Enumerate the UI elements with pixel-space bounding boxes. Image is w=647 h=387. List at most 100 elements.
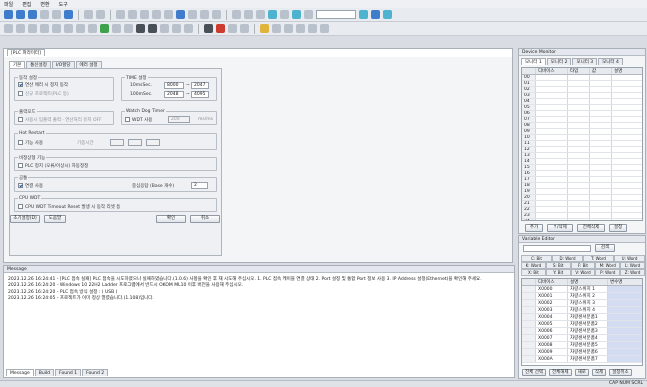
- monitor-cell[interactable]: [612, 189, 642, 194]
- set-icon[interactable]: [124, 24, 133, 33]
- variable-desc[interactable]: 차량센서분품3: [568, 328, 608, 334]
- monitor-cell[interactable]: [536, 177, 568, 182]
- monitor-cell[interactable]: [536, 147, 568, 152]
- label-icon[interactable]: [284, 24, 293, 33]
- redo-icon[interactable]: [96, 10, 105, 19]
- copy-icon[interactable]: [128, 10, 137, 19]
- monitor-cell[interactable]: [536, 129, 568, 134]
- monitor-cell[interactable]: [568, 141, 590, 146]
- variable-row[interactable]: X0002 차량스위치 3: [522, 300, 642, 307]
- tab-basic[interactable]: 기본: [9, 61, 26, 68]
- analog-checkbox[interactable]: 연결 사용: [18, 183, 43, 189]
- monitor-cell[interactable]: [590, 105, 612, 110]
- monitor-cell[interactable]: [568, 117, 590, 122]
- monitor-cell[interactable]: [536, 159, 568, 164]
- monitor-cell[interactable]: [568, 159, 590, 164]
- hot-h-input[interactable]: [110, 139, 124, 146]
- variable-row[interactable]: X0005 차량센서분품2: [522, 321, 642, 328]
- move-icon[interactable]: [184, 24, 193, 33]
- monitor-cell[interactable]: [536, 219, 568, 220]
- vline-icon[interactable]: [88, 24, 97, 33]
- cancel-button[interactable]: 취소: [190, 215, 220, 223]
- monitor-cell[interactable]: [568, 213, 590, 218]
- variable-row[interactable]: X0000 차량스위치 1: [522, 286, 642, 293]
- monitor-cell[interactable]: [612, 99, 642, 104]
- online-icon[interactable]: [292, 10, 301, 19]
- menu-file[interactable]: 파일: [4, 1, 13, 8]
- monitor-cell[interactable]: [568, 201, 590, 206]
- monitor-cell[interactable]: [536, 123, 568, 128]
- device-type-tab[interactable]: Z: Word: [620, 269, 645, 276]
- monitor-cell[interactable]: [568, 189, 590, 194]
- monitor-cell[interactable]: [590, 111, 612, 116]
- message-tab[interactable]: Message: [6, 369, 34, 376]
- message-tab[interactable]: Build: [34, 369, 55, 376]
- monitor-cell[interactable]: [536, 75, 568, 80]
- variable-desc[interactable]: 차량센서분품2: [568, 321, 608, 327]
- menu-tools[interactable]: 도구: [59, 1, 68, 8]
- scan-100ms-to[interactable]: 4095: [191, 91, 209, 98]
- compare-icon[interactable]: [172, 24, 181, 33]
- monitor-cell[interactable]: [590, 201, 612, 206]
- scan-100ms-from[interactable]: 2048: [164, 91, 184, 98]
- monitor-cell[interactable]: [568, 75, 590, 80]
- monitor-cell[interactable]: [590, 117, 612, 122]
- monitor-cell[interactable]: [612, 93, 642, 98]
- delete-row-icon[interactable]: [240, 24, 249, 33]
- monitor-cell[interactable]: [612, 171, 642, 176]
- func-icon[interactable]: [64, 24, 73, 33]
- close-icon[interactable]: [40, 10, 49, 19]
- rising-icon[interactable]: [40, 24, 49, 33]
- timer-icon[interactable]: [148, 24, 157, 33]
- device-type-tab[interactable]: S: Bit: [545, 262, 571, 269]
- monitor-cell[interactable]: [612, 81, 642, 86]
- monitor-cell[interactable]: [536, 183, 568, 188]
- variable-row[interactable]: X000A 차량센서분품7: [522, 356, 642, 363]
- device-type-tab[interactable]: M: Word: [595, 262, 621, 269]
- monitor-cell[interactable]: [536, 111, 568, 116]
- monitor-cell[interactable]: [590, 183, 612, 188]
- monitor-add-button[interactable]: 추가: [525, 224, 543, 232]
- monitor-cell[interactable]: [612, 87, 642, 92]
- monitor-cell[interactable]: [590, 81, 612, 86]
- cut-icon[interactable]: [116, 10, 125, 19]
- monitor-grid[interactable]: 디바이스 타입 값 설명 00 01 02 03 04 05 06 07 08 09 10 11 12 13 14…: [521, 67, 643, 221]
- monitor-cell[interactable]: [536, 171, 568, 176]
- device-type-tab[interactable]: V: Word: [570, 269, 596, 276]
- variable-button[interactable]: 전체 선택: [522, 369, 546, 376]
- scan-10ms-to[interactable]: 2047: [191, 82, 209, 89]
- monitor-cell[interactable]: [590, 75, 612, 80]
- variable-desc[interactable]: 차량스위치 4: [568, 307, 608, 313]
- zoom-combo[interactable]: [316, 10, 356, 19]
- monitor-cell[interactable]: [612, 159, 642, 164]
- monitor-cell[interactable]: [612, 195, 642, 200]
- monitor-cell[interactable]: [590, 93, 612, 98]
- param-window-tab[interactable]: [PLC 파라미터]: [7, 49, 45, 56]
- save-icon[interactable]: [28, 10, 37, 19]
- monitor-cell[interactable]: [590, 171, 612, 176]
- device-type-tab[interactable]: Y: Bit: [545, 269, 571, 276]
- variable-row[interactable]: X0003 차량스위치 4: [522, 307, 642, 314]
- monitor-cell[interactable]: [590, 87, 612, 92]
- paste-icon[interactable]: [140, 10, 149, 19]
- coil-icon[interactable]: [28, 24, 37, 33]
- monitor-cell[interactable]: [590, 141, 612, 146]
- delete-icon[interactable]: [216, 24, 225, 33]
- open-icon[interactable]: [16, 10, 25, 19]
- variable-name[interactable]: [608, 314, 642, 320]
- default-button[interactable]: 초기설정(D): [10, 215, 40, 223]
- monitor-cell[interactable]: [612, 123, 642, 128]
- monitor-cell[interactable]: [568, 177, 590, 182]
- monitor-cell[interactable]: [536, 189, 568, 194]
- split-icon[interactable]: [320, 24, 329, 33]
- undo-icon[interactable]: [84, 10, 93, 19]
- monitor-cell[interactable]: [568, 129, 590, 134]
- variable-desc[interactable]: 차량센서분품5: [568, 342, 608, 348]
- analog-value[interactable]: 2: [191, 182, 208, 189]
- monitor-cell[interactable]: [536, 141, 568, 146]
- comment-icon[interactable]: [272, 24, 281, 33]
- monitor-cell[interactable]: [568, 111, 590, 116]
- bookmark-icon[interactable]: [260, 24, 269, 33]
- monitor-tab-2[interactable]: 모니터 2: [546, 58, 572, 65]
- variable-desc[interactable]: 차량센서분품1: [568, 314, 608, 320]
